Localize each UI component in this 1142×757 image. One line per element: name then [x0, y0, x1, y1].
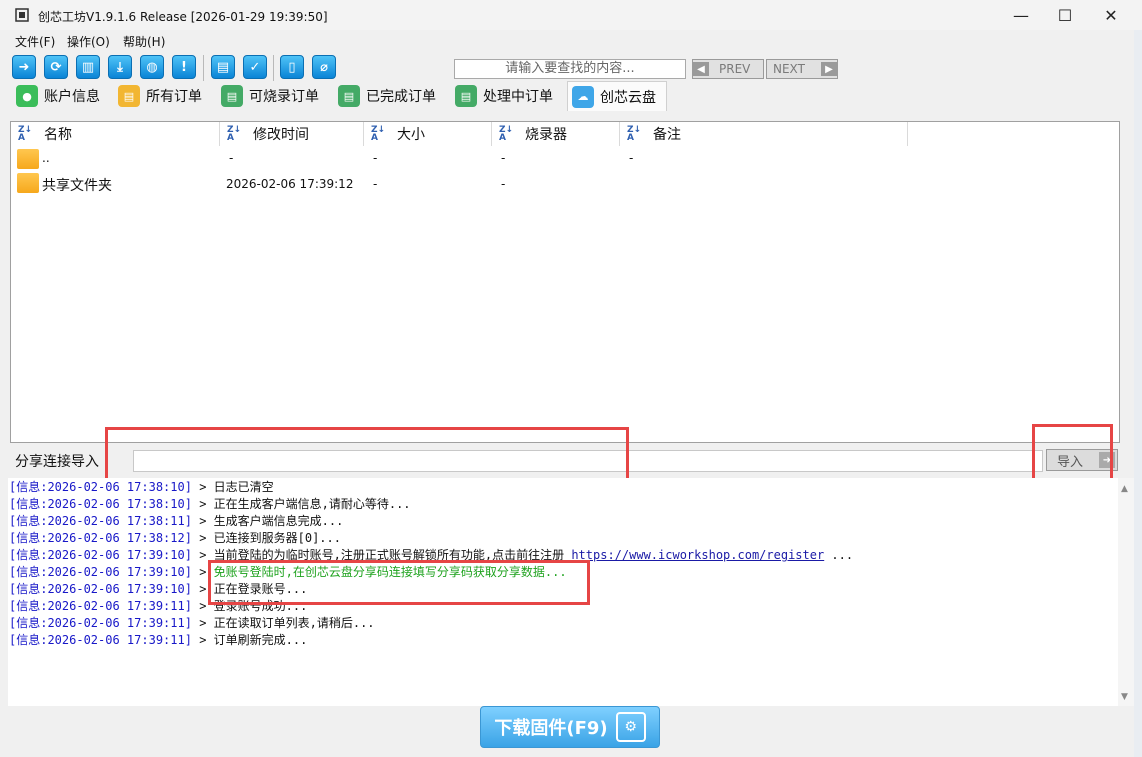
- user-icon: ●: [16, 85, 38, 107]
- column-divider[interactable]: [219, 122, 220, 146]
- table-row[interactable]: [14, 172, 914, 196]
- tab-cloud-drive[interactable]: ☁ 创芯云盘: [567, 81, 667, 111]
- log-line: [信息:2026-02-06 17:38:12] > 已连接到服务器[0]...: [9, 531, 341, 545]
- folder-icon: [17, 173, 39, 193]
- log-line: [信息:2026-02-06 17:38:10] > 正在生成客户端信息,请耐心…: [9, 497, 411, 511]
- column-header-name[interactable]: Z↓ A 名称: [18, 122, 72, 146]
- column-divider[interactable]: [907, 122, 908, 146]
- toolbar-divider: [203, 55, 204, 81]
- arrow-right-icon: ▶: [821, 62, 837, 76]
- log-line: [信息:2026-02-06 17:39:11] > 正在读取订单列表,请稍后.…: [9, 616, 375, 630]
- scroll-up-icon[interactable]: ▲: [1121, 484, 1128, 494]
- clear-icon[interactable]: ▥: [76, 55, 100, 79]
- web-icon[interactable]: ◍: [140, 55, 164, 79]
- folder-icon: [17, 149, 39, 169]
- tab-burnable-orders[interactable]: ▤ 可烧录订单: [217, 81, 323, 111]
- tab-label: 创芯云盘: [600, 89, 656, 106]
- log-scrollbar[interactable]: ▲ ▼: [1118, 478, 1134, 706]
- file-programmer: -: [501, 151, 506, 165]
- log-line: [信息:2026-02-06 17:38:11] > 生成客户端信息完成...: [9, 514, 344, 528]
- column-label: 烧录器: [525, 127, 567, 143]
- tab-label: 已完成订单: [366, 89, 436, 105]
- file-modified: 2026-02-06 17:39:12: [226, 177, 354, 191]
- order-icon: ▤: [118, 85, 140, 107]
- prev-button[interactable]: ◀ PREV: [692, 59, 764, 79]
- log-line: [信息:2026-02-06 17:39:11] > 订单刷新完成...: [9, 633, 308, 647]
- login-icon[interactable]: ➜: [12, 55, 36, 79]
- file-size: -: [373, 177, 378, 191]
- menu-help[interactable]: 帮助(H): [123, 33, 165, 50]
- sort-icon: Z↓ A: [18, 125, 33, 143]
- download-label: 下载固件(F9): [494, 718, 608, 739]
- chart-icon[interactable]: ▤: [211, 55, 235, 79]
- column-divider[interactable]: [619, 122, 620, 146]
- highlight-box-share-input: [105, 427, 629, 481]
- tab-processing-orders[interactable]: ▤ 处理中订单: [451, 81, 557, 111]
- download-icon[interactable]: ⤓: [108, 55, 132, 79]
- processing-icon: ▤: [455, 85, 477, 107]
- completed-icon: ▤: [338, 85, 360, 107]
- column-divider[interactable]: [491, 122, 492, 146]
- tab-label: 所有订单: [146, 89, 202, 105]
- close-button[interactable]: ✕: [1088, 0, 1134, 30]
- search-input[interactable]: 请输入要查找的内容...: [454, 59, 686, 79]
- file-programmer: -: [501, 177, 506, 191]
- clip-icon[interactable]: ⌀: [312, 55, 336, 79]
- sort-icon: Z↓ A: [499, 125, 514, 143]
- tab-all-orders[interactable]: ▤ 所有订单: [114, 81, 206, 111]
- column-header-modified[interactable]: Z↓ A 修改时间: [227, 122, 309, 146]
- register-link[interactable]: https://www.icworkshop.com/register: [571, 548, 824, 562]
- highlight-box-log: [208, 560, 590, 605]
- table-row[interactable]: [14, 148, 914, 170]
- arrow-left-icon: ◀: [693, 62, 709, 76]
- next-button[interactable]: NEXT ▶: [766, 59, 838, 79]
- column-header-note[interactable]: Z↓ A 备注: [627, 122, 681, 146]
- chip-icon: ⚙: [615, 712, 646, 742]
- menu-file[interactable]: 文件(F): [15, 33, 55, 50]
- log-line: [信息:2026-02-06 17:38:10] > 日志已清空: [9, 480, 274, 494]
- tab-account[interactable]: ● 账户信息: [12, 81, 104, 111]
- column-label: 名称: [44, 127, 72, 143]
- app-logo-icon: [14, 7, 30, 23]
- info-icon[interactable]: !: [172, 55, 196, 79]
- scroll-down-icon[interactable]: ▼: [1121, 692, 1128, 702]
- sort-icon: Z↓ A: [627, 125, 642, 143]
- refresh-icon[interactable]: ⟳: [44, 55, 68, 79]
- minimize-button[interactable]: —: [998, 0, 1044, 30]
- column-header-size[interactable]: Z↓ A 大小: [371, 122, 425, 146]
- file-name: 共享文件夹: [42, 178, 112, 194]
- menu-operate[interactable]: 操作(O): [67, 33, 110, 50]
- next-label: NEXT: [773, 62, 805, 76]
- tab-completed-orders[interactable]: ▤ 已完成订单: [334, 81, 440, 111]
- tab-label: 账户信息: [44, 89, 100, 105]
- column-divider[interactable]: [363, 122, 364, 146]
- prev-label: PREV: [719, 62, 751, 76]
- tab-label: 处理中订单: [483, 89, 553, 105]
- file-name: ..: [42, 151, 50, 165]
- sort-icon: Z↓ A: [227, 125, 242, 143]
- file-note: -: [629, 151, 634, 165]
- check-icon[interactable]: ✓: [243, 55, 267, 79]
- column-header-programmer[interactable]: Z↓ A 烧录器: [499, 122, 567, 146]
- column-label: 大小: [397, 127, 425, 143]
- tab-label: 可烧录订单: [249, 89, 319, 105]
- file-modified: -: [229, 151, 234, 165]
- file-size: -: [373, 151, 378, 165]
- toolbar-divider: [273, 55, 274, 81]
- window-title: 创芯工坊V1.9.1.6 Release [2026-01-29 19:39:5…: [38, 10, 328, 24]
- save-icon[interactable]: ▯: [280, 55, 304, 79]
- cloud-icon: ☁: [572, 85, 594, 108]
- maximize-button[interactable]: ☐: [1042, 0, 1088, 30]
- menu-bar: [0, 30, 1142, 51]
- burnable-icon: ▤: [221, 85, 243, 107]
- download-firmware-button[interactable]: 下载固件(F9) ⚙: [480, 706, 660, 748]
- column-label: 备注: [653, 127, 681, 143]
- share-link-label: 分享连接导入: [15, 454, 99, 470]
- sort-icon: Z↓ A: [371, 125, 386, 143]
- background-window-edge: [1134, 30, 1142, 757]
- column-label: 修改时间: [253, 127, 309, 143]
